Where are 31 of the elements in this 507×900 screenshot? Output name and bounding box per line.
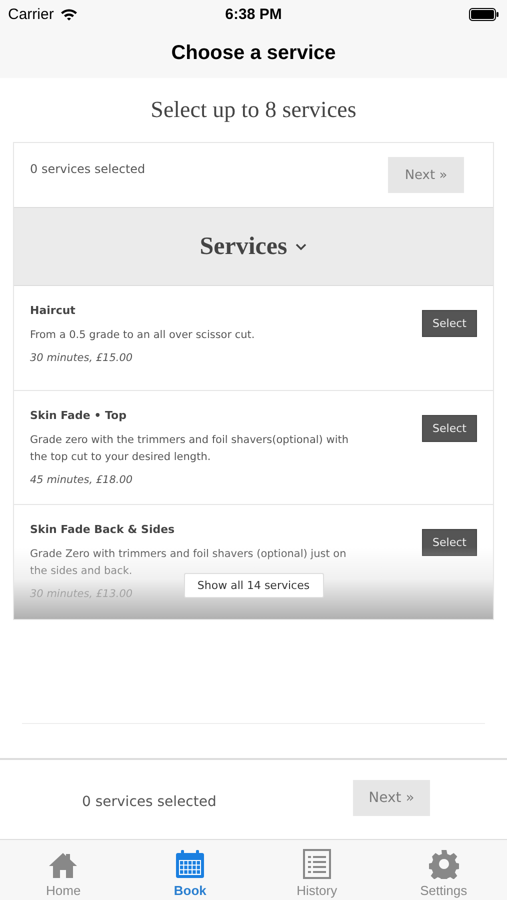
battery-icon — [468, 8, 499, 20]
page-heading: Select up to 8 services — [150, 96, 358, 124]
service-description: Grade zero with the trimmers and foil shavers(optional) with the top cut to your desired length. — [30, 433, 350, 465]
service-details: 30 minutes, £13.00 — [30, 588, 134, 600]
list-icon — [302, 849, 331, 879]
section-title: Services — [200, 232, 288, 260]
select-button[interactable]: Select — [422, 529, 477, 556]
carrier-label: Carrier — [8, 6, 54, 22]
selection-count: 0 services selected — [82, 794, 216, 810]
service-description: From a 0.5 grade to an all over scissor cut. — [30, 328, 256, 343]
service-name: Haircut — [30, 304, 76, 317]
service-name: Skin Fade • Top — [30, 409, 128, 422]
service-details: 45 minutes, £18.00 — [30, 474, 134, 486]
tab-item[interactable]: Book — [126, 840, 254, 900]
house-icon — [48, 851, 78, 879]
wifi-icon — [60, 8, 78, 20]
tab-item[interactable]: History — [254, 840, 380, 900]
tab-item[interactable]: Settings — [380, 840, 507, 900]
chevron-icon — [295, 242, 308, 250]
nav-title: Choose a service — [171, 42, 336, 64]
section-header[interactable]: Services — [14, 207, 493, 286]
settings-icon — [428, 849, 459, 879]
select-button[interactable]: Select — [422, 310, 477, 337]
calendar-icon — [175, 849, 206, 879]
show-all-button[interactable]: Show all 14 services — [184, 573, 324, 598]
selection-count: 0 services selected — [30, 162, 146, 176]
service-details: 30 minutes, £15.00 — [30, 352, 134, 364]
service-name: Skin Fade Back & Sides — [30, 523, 176, 536]
select-button[interactable]: Select — [422, 415, 477, 442]
tab-item[interactable]: Home — [0, 840, 127, 900]
status-time: 6:38 PM — [225, 6, 282, 22]
